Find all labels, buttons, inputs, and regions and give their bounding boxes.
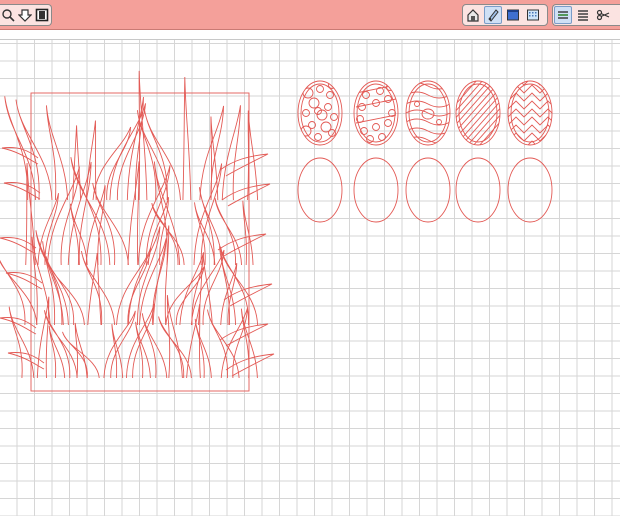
grass-blade bbox=[221, 183, 271, 207]
egg-outline-blank[interactable] bbox=[297, 157, 343, 223]
decorated-egg-dots[interactable] bbox=[297, 80, 343, 146]
decorated-egg-circles[interactable] bbox=[353, 80, 399, 146]
egg-dot bbox=[302, 109, 310, 117]
egg-stripe bbox=[495, 81, 500, 145]
align-icon[interactable] bbox=[574, 6, 592, 24]
egg-dot bbox=[324, 103, 332, 111]
egg-inner-outline bbox=[356, 83, 396, 143]
grass-blade bbox=[182, 76, 192, 201]
egg-wave bbox=[406, 118, 450, 126]
egg-outline-blank[interactable] bbox=[507, 157, 553, 223]
grass-blade bbox=[214, 198, 242, 266]
egg-dot bbox=[302, 87, 314, 99]
grass-blade bbox=[116, 247, 152, 326]
pen-icon[interactable] bbox=[484, 6, 502, 24]
egg-dot bbox=[326, 91, 334, 99]
grass-blade bbox=[127, 226, 161, 326]
fill-icon[interactable] bbox=[504, 6, 522, 24]
scissors-icon[interactable] bbox=[594, 6, 612, 24]
egg-dot bbox=[308, 97, 320, 109]
grass-blade bbox=[221, 105, 241, 201]
grass-blade bbox=[158, 316, 192, 379]
toolbar-tools-group bbox=[552, 4, 620, 26]
egg-dot bbox=[314, 107, 322, 115]
egg-ring bbox=[384, 119, 392, 127]
pattern-icon[interactable] bbox=[524, 6, 542, 24]
lines-icon[interactable] bbox=[554, 6, 572, 24]
home-icon[interactable] bbox=[464, 6, 482, 24]
egg-ring bbox=[358, 103, 366, 111]
grass-block[interactable] bbox=[0, 70, 275, 392]
grass-blade bbox=[186, 303, 201, 379]
grass-blade bbox=[43, 310, 78, 379]
egg-dot bbox=[328, 81, 336, 89]
grass-blade bbox=[42, 241, 64, 326]
grass-blade bbox=[48, 325, 66, 379]
egg-outline-blank[interactable] bbox=[455, 157, 501, 223]
egg-outline-blank[interactable] bbox=[353, 157, 399, 223]
grass-blade bbox=[242, 200, 254, 266]
grass-blade bbox=[103, 310, 136, 379]
toolbar-view-group bbox=[462, 4, 548, 26]
grass-blade bbox=[92, 126, 132, 201]
decorated-egg-waves[interactable] bbox=[405, 80, 451, 146]
grass-blade bbox=[194, 318, 212, 379]
grass-blade bbox=[220, 246, 259, 326]
egg-ring bbox=[362, 91, 370, 99]
egg-wave bbox=[406, 109, 450, 117]
egg-outline-blank[interactable] bbox=[405, 157, 451, 223]
grass-blade bbox=[45, 256, 85, 326]
decorated-egg-diagonal-stripes[interactable] bbox=[400, 79, 556, 147]
toolbar bbox=[0, 0, 620, 30]
zoom-tool-icon[interactable] bbox=[0, 6, 15, 24]
egg-chevron bbox=[508, 116, 552, 126]
egg-set bbox=[297, 77, 556, 223]
move-down-icon[interactable] bbox=[17, 6, 32, 24]
grass-blade bbox=[62, 331, 100, 379]
decorated-egg-chevrons[interactable] bbox=[507, 77, 556, 149]
egg-ring bbox=[378, 133, 386, 141]
grass-blade bbox=[72, 125, 82, 201]
egg-stripe bbox=[456, 81, 500, 145]
grass-blade bbox=[217, 233, 267, 257]
grass-blade bbox=[87, 252, 102, 326]
egg-dot bbox=[316, 85, 324, 93]
toolbar-left-group bbox=[0, 4, 52, 26]
egg-dot bbox=[330, 113, 338, 121]
egg-wave bbox=[406, 100, 450, 108]
grass-blade bbox=[69, 203, 88, 266]
egg-dot bbox=[300, 125, 312, 137]
cut-artwork bbox=[0, 70, 556, 392]
grass-blade bbox=[219, 153, 269, 177]
grass-blade bbox=[46, 166, 80, 266]
egg-ring bbox=[384, 95, 392, 103]
grass-blade bbox=[127, 161, 140, 266]
design-canvas[interactable] bbox=[0, 40, 620, 516]
egg-ring bbox=[372, 123, 380, 131]
grass-blade bbox=[45, 105, 69, 201]
egg-dot bbox=[314, 133, 322, 141]
egg-dot bbox=[316, 109, 328, 121]
design-app-window bbox=[0, 0, 620, 516]
page-icon[interactable] bbox=[35, 6, 50, 24]
toolbar-separator bbox=[0, 30, 620, 40]
egg-center-mark bbox=[421, 108, 435, 120]
